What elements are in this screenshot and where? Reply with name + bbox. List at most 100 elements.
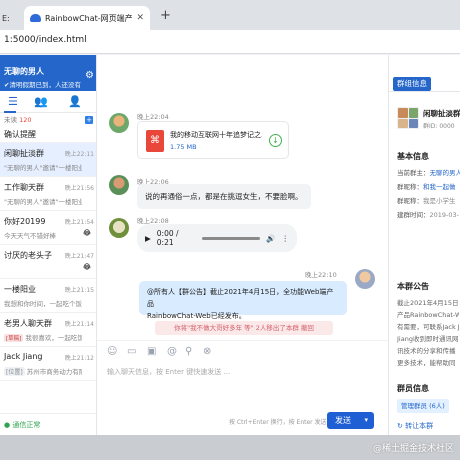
tab-divider: [389, 91, 460, 92]
location-badge: [位置]: [4, 367, 25, 376]
file-message[interactable]: ⌘ 我的移动互联网十年追梦记之... 1.75 MB ↓: [137, 121, 289, 159]
close-icon[interactable]: ✕: [136, 13, 144, 23]
emoji-icon: 😂: [82, 263, 91, 271]
groups-tab-icon[interactable]: 👤: [68, 96, 82, 108]
image-icon[interactable]: ▣: [147, 346, 156, 358]
group-avatar[interactable]: [397, 107, 419, 129]
contacts-tab-icon[interactable]: 👥: [34, 96, 48, 108]
message-time: 晚上22:10: [305, 271, 337, 279]
avatar[interactable]: [109, 113, 129, 133]
conversation-time: 晚上21:14: [64, 321, 94, 328]
group-info-panel: 群组信息 闲聊扯淡群 群ID: 0000 基本信息 当前群主：无聊的男人 群昵称…: [388, 55, 460, 435]
list-item[interactable]: 工作聊天群 晚上21:56 "无聊的男人"邀请"一楼阳业": [0, 177, 96, 211]
members-title: 群员信息: [397, 384, 429, 393]
transfer-label: 转让本群: [405, 422, 434, 430]
info-row-created: 建群时间：2019-03-: [397, 211, 460, 219]
active-tab[interactable]: RainbowChat-网页端产品 [专业 ✕: [24, 6, 150, 30]
conversation-title: 一楼阳业: [4, 285, 36, 294]
chat-tab-icon[interactable]: ☰: [8, 96, 18, 108]
play-icon[interactable]: ▶: [145, 234, 151, 243]
send-button[interactable]: 发送 ▾: [327, 412, 374, 429]
conversation-title: 确认提醒: [4, 130, 36, 139]
list-item[interactable]: 确认提醒: [0, 127, 96, 143]
avatar[interactable]: [355, 269, 375, 289]
group-id: 群ID: 0000: [423, 123, 455, 130]
message-input[interactable]: 输入聊天信息，按 Enter 键快速发送 ...: [107, 367, 230, 377]
gear-icon[interactable]: ⚙: [85, 70, 94, 81]
profile-header: 无聊的男人 ✔清明假期已到，人还没有 ⚙: [0, 55, 96, 91]
list-item[interactable]: 你好20199 晚上21:54 今天天气不错好棒 😂: [0, 211, 96, 245]
list-item[interactable]: 讨厌的老头子 晚上21:47 😂: [0, 245, 96, 279]
list-item[interactable]: 一楼阳业 晚上21:15 我想和你时间，一起吃个饭吧: [0, 279, 96, 313]
new-tab-button[interactable]: +: [160, 9, 171, 23]
conversation-title: 讨厌的老头子: [4, 251, 52, 260]
preview-text: 苏州市商务动力有限公司: [26, 368, 82, 376]
gift-icon[interactable]: ⊗: [203, 346, 211, 358]
avatar[interactable]: [109, 218, 129, 238]
conversation-title: Jack Jiang: [4, 352, 43, 361]
volume-icon[interactable]: 🔊: [266, 234, 275, 243]
self-message[interactable]: @所有人【群公告】截止2021年4月15日，全功能Web端产品 RainbowC…: [139, 281, 347, 320]
audio-message[interactable]: ▶ 0:00 / 0:21 🔊 ⋮: [137, 224, 297, 252]
status-text: 通信正常: [12, 421, 41, 429]
conversation-title: 你好20199: [4, 217, 46, 226]
basic-info-title: 基本信息: [397, 152, 429, 161]
conversation-title: 老男人聊天群: [4, 319, 52, 328]
input-toolbar: ☺ ▭ ▣ @ ⚲ ⊗: [97, 340, 388, 362]
conversation-time: 晚上21:47: [64, 253, 94, 260]
audio-time: 0:00 / 0:21: [156, 229, 179, 247]
watermark: @稀土掘金技术社区: [372, 444, 454, 454]
address-bar[interactable]: 1:5000/index.html: [0, 30, 460, 54]
conversation-time: 晚上22:11: [64, 151, 94, 158]
download-icon[interactable]: ↓: [269, 134, 282, 147]
conversation-preview: "无聊的男人"邀请"一楼阳业": [4, 164, 82, 172]
user-name: 无聊的男人: [4, 67, 44, 76]
location-icon[interactable]: ⚲: [185, 346, 192, 358]
preview-text: 我很喜欢，一起吃饭: [25, 334, 82, 342]
conversation-time: 晚上21:56: [64, 185, 94, 192]
manage-members-button[interactable]: 管理群员 (6人): [397, 399, 449, 413]
tab-group-info[interactable]: 群组信息: [393, 77, 431, 91]
list-item[interactable]: 闲聊扯淡群 晚上22:11 "无聊的男人"邀请"一楼阳业": [0, 143, 96, 177]
system-notice: 你将"我不做大哥好多年 等" 2人移出了本群 撤回: [155, 321, 333, 335]
conversation-preview: [草稿] 我很喜欢，一起吃饭: [4, 332, 82, 342]
conversation-time: 晚上21:15: [64, 287, 94, 294]
list-item[interactable]: Jack Jiang 晚上21:12 [位置] 苏州市商务动力有限公司: [0, 347, 96, 381]
avatar[interactable]: [109, 175, 129, 195]
message-time: 晚上22:04: [137, 113, 169, 121]
draft-badge: [草稿]: [4, 334, 24, 342]
file-size: 1.75 MB: [170, 143, 197, 151]
avatar-cell: [398, 108, 408, 118]
conversation-preview: 今天天气不错好棒: [4, 232, 56, 240]
address-url[interactable]: 1:5000/index.html: [4, 35, 87, 45]
notice-title: 本群公告: [397, 282, 429, 291]
conversation-sidebar: 无聊的男人 ✔清明假期已到，人还没有 ⚙ ☰ 👥 👤 未读 120 + 确认提醒…: [0, 55, 97, 435]
text-message[interactable]: 说的再通俗一点，都是在挑逗女生，不要脸啊。: [137, 184, 311, 209]
file-name: 我的移动互联网十年追梦记之...: [170, 131, 262, 139]
conversation-preview: [位置] 苏州市商务动力有限公司: [4, 366, 82, 376]
app-container: 无聊的男人 ✔清明假期已到，人还没有 ⚙ ☰ 👥 👤 未读 120 + 确认提醒…: [0, 55, 460, 435]
emoji-icon[interactable]: ☺: [107, 346, 117, 358]
add-icon[interactable]: +: [85, 116, 93, 124]
self-message-line-1: @所有人【群公告】截止2021年4月15日，全功能Web端产品: [147, 288, 334, 308]
more-icon[interactable]: ⋮: [282, 234, 290, 243]
info-row-owner: 当前群主：无聊的男人: [397, 169, 460, 177]
chevron-down-icon[interactable]: ▾: [364, 412, 368, 429]
transfer-group-link[interactable]: ↻ 转让本群: [397, 421, 433, 431]
previous-tab[interactable]: E:: [0, 8, 22, 30]
info-row-group-name: 群昵称：和我一起做: [397, 183, 456, 191]
cloud-icon: [30, 14, 41, 22]
browser-window: E: RainbowChat-网页端产品 [专业 ✕ + 1:5000/inde…: [0, 0, 460, 460]
owner-link[interactable]: 无聊的男人: [430, 169, 460, 177]
browser-tab-strip: E: RainbowChat-网页端产品 [专业 ✕ +: [0, 0, 460, 30]
folder-icon[interactable]: ▭: [127, 346, 136, 358]
connection-status: ● 通信正常: [0, 413, 96, 435]
chat-panel: 晚上22:04 ⌘ 我的移动互联网十年追梦记之... 1.75 MB ↓ 晚上2…: [97, 55, 388, 435]
user-signature: ✔清明假期已到，人还没有: [4, 81, 81, 89]
mention-icon[interactable]: @: [167, 346, 177, 358]
list-item[interactable]: 老男人聊天群 晚上21:14 [草稿] 我很喜欢，一起吃饭: [0, 313, 96, 347]
send-label: 发送: [335, 416, 351, 425]
send-hint: 按 Ctrl+Enter 换行，按 Enter 发送: [229, 419, 327, 426]
group-notice: 截止2021年4月15日 产品RainbowChat-We 有需要，可联系Jac…: [397, 299, 459, 367]
audio-progress-bar[interactable]: [201, 236, 261, 240]
